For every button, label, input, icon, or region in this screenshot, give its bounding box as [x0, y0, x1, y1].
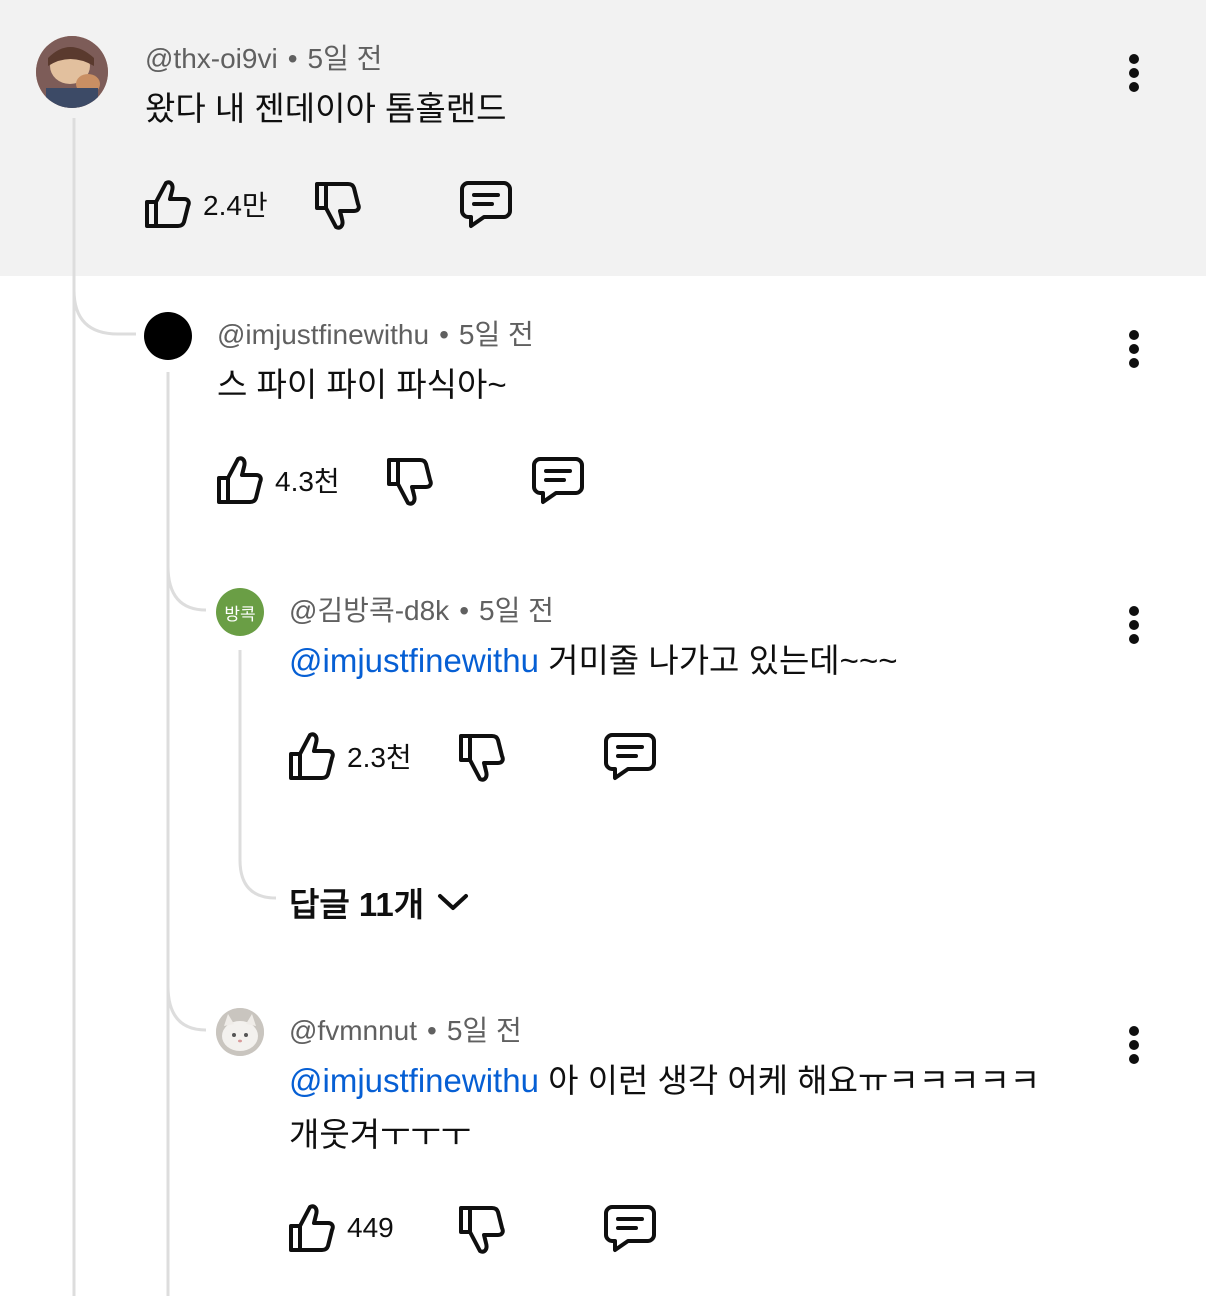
more-options-button[interactable]: [1114, 50, 1154, 100]
like-button[interactable]: 449: [287, 1202, 394, 1254]
like-count: 2.3천: [347, 742, 412, 773]
thumbs-down-icon: [459, 734, 505, 782]
separator-dot: •: [459, 595, 469, 626]
reply-icon: [604, 733, 656, 780]
thumbs-up-icon: [289, 1204, 335, 1252]
comment-text: @imjustfinewithu 아 이런 생각 어케 해요ㅠㅋㅋㅋㅋㅋ 개웃겨…: [289, 1054, 1109, 1162]
comment-meta: @fvmnnut • 5일 전: [289, 1014, 522, 1048]
timestamp[interactable]: 5일 전: [459, 319, 534, 350]
comment-meta: @thx-oi9vi • 5일 전: [145, 42, 382, 76]
mention-link[interactable]: @imjustfinewithu: [289, 642, 539, 679]
avatar[interactable]: [36, 36, 108, 108]
more-vert-icon: [1129, 54, 1139, 64]
avatar[interactable]: [216, 1008, 264, 1056]
author-handle[interactable]: @imjustfinewithu: [217, 319, 429, 350]
dislike-button[interactable]: [313, 180, 361, 232]
comment-meta: @imjustfinewithu • 5일 전: [217, 318, 534, 352]
more-options-button[interactable]: [1114, 602, 1154, 652]
show-replies-button[interactable]: 답글 11개: [289, 878, 470, 926]
dislike-button[interactable]: [457, 732, 505, 784]
more-options-button[interactable]: [1114, 1022, 1154, 1072]
thumbs-up-icon: [145, 180, 191, 228]
like-button[interactable]: 4.3천: [215, 454, 340, 506]
like-button[interactable]: 2.3천: [287, 730, 412, 782]
reply-button[interactable]: [603, 1204, 657, 1254]
like-count: 2.4만: [203, 190, 268, 221]
comment-text: 스 파이 파이 파식아~: [217, 358, 507, 412]
dislike-button[interactable]: [385, 456, 433, 508]
thumbs-up-icon: [217, 456, 263, 504]
thumbs-down-icon: [315, 182, 361, 230]
author-handle[interactable]: @fvmnnut: [289, 1015, 417, 1046]
reply-button[interactable]: [531, 456, 585, 506]
comment-text-content-line2: 개웃겨ㅜㅜㅜ: [289, 1116, 472, 1153]
like-button[interactable]: 2.4만: [143, 178, 268, 230]
show-replies-label: 답글 11개: [289, 886, 425, 923]
reply-button[interactable]: [459, 180, 513, 230]
comment-text: @imjustfinewithu 거미줄 나가고 있는데~~~: [289, 634, 897, 688]
comment-text-content: 왔다 내 젠데이아 톰홀랜드: [145, 90, 507, 127]
separator-dot: •: [439, 319, 449, 350]
thumbs-down-icon: [459, 1206, 505, 1254]
kebab-dot: [1129, 620, 1139, 630]
thumbs-up-icon: [289, 732, 335, 780]
kebab-dot: [1129, 344, 1139, 354]
more-vert-icon: [1129, 330, 1139, 340]
comment-text-content: 스 파이 파이 파식아~: [217, 366, 507, 403]
author-handle[interactable]: @thx-oi9vi: [145, 43, 278, 74]
avatar-photo: [36, 36, 108, 108]
reply-button[interactable]: [603, 732, 657, 782]
mention-link[interactable]: @imjustfinewithu: [289, 1062, 539, 1099]
kebab-dot: [1129, 634, 1139, 644]
avatar[interactable]: [144, 312, 192, 360]
timestamp[interactable]: 5일 전: [447, 1015, 522, 1046]
separator-dot: •: [427, 1015, 437, 1046]
comment-text: 왔다 내 젠데이아 톰홀랜드: [145, 82, 506, 136]
avatar[interactable]: 방콕: [216, 588, 264, 636]
timestamp[interactable]: 5일 전: [308, 43, 383, 74]
kebab-dot: [1129, 68, 1139, 78]
kebab-dot: [1129, 1040, 1139, 1050]
more-vert-icon: [1129, 606, 1139, 616]
separator-dot: •: [287, 43, 298, 74]
dislike-button[interactable]: [457, 1204, 505, 1256]
comment-meta: @김방콕-d8k • 5일 전: [289, 594, 554, 628]
more-vert-icon: [1129, 1026, 1139, 1036]
more-options-button[interactable]: [1114, 326, 1154, 376]
comment-text-content: 아 이런 생각 어케 해요ㅠㅋㅋㅋㅋㅋ: [538, 1062, 1041, 1099]
kebab-dot: [1129, 82, 1139, 92]
reply-icon: [532, 457, 584, 504]
timestamp[interactable]: 5일 전: [479, 595, 554, 626]
thumbs-down-icon: [387, 458, 433, 506]
author-handle[interactable]: @김방콕-d8k: [289, 595, 449, 626]
like-count: 449: [347, 1212, 394, 1243]
reply-icon: [460, 181, 512, 228]
kebab-dot: [1129, 358, 1139, 368]
kebab-dot: [1129, 1054, 1139, 1064]
comment-text-content: 거미줄 나가고 있는데~~~: [538, 642, 898, 679]
chevron-down-icon: [438, 894, 469, 910]
like-count: 4.3천: [275, 466, 340, 497]
avatar-photo: [216, 1008, 264, 1056]
avatar-initials: 방콕: [224, 604, 256, 625]
reply-icon: [604, 1205, 656, 1252]
